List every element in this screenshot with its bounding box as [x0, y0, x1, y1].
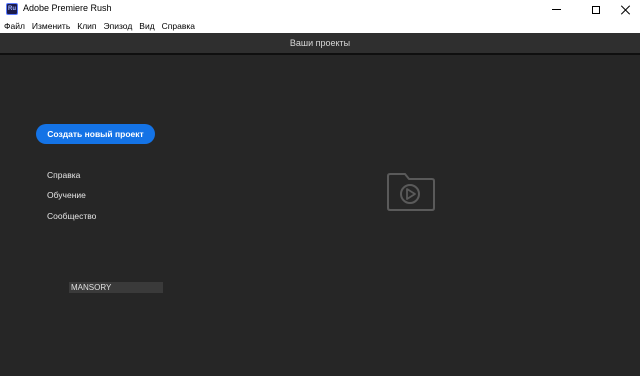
- project-name-item[interactable]: MANSORY: [69, 282, 163, 293]
- learn-link[interactable]: Обучение: [47, 190, 86, 200]
- menu-help[interactable]: Справка: [162, 19, 195, 33]
- community-link[interactable]: Сообщество: [47, 211, 96, 221]
- close-button[interactable]: [604, 0, 640, 19]
- folder-play-icon: [385, 170, 437, 212]
- create-new-project-button[interactable]: Создать новый проект: [36, 124, 155, 144]
- menu-file[interactable]: Файл: [4, 19, 25, 33]
- page-title: Ваши проекты: [289, 38, 351, 48]
- menu-edit[interactable]: Изменить: [32, 19, 70, 33]
- help-link[interactable]: Справка: [47, 170, 80, 180]
- menu-bar: Файл Изменить Клип Эпизод Вид Справка: [0, 19, 640, 33]
- projects-header: Ваши проекты: [0, 33, 640, 55]
- window-titlebar: Ru Adobe Premiere Rush: [0, 0, 640, 19]
- maximize-icon: [592, 5, 600, 14]
- menu-view[interactable]: Вид: [139, 19, 154, 33]
- minimize-button[interactable]: [534, 0, 578, 19]
- minimize-icon: [551, 9, 561, 10]
- app-content: Ваши проекты Создать новый проект Справк…: [0, 33, 640, 376]
- close-icon: [621, 5, 631, 15]
- window-title: Adobe Premiere Rush: [23, 3, 112, 13]
- menu-sequence[interactable]: Эпизод: [104, 19, 133, 33]
- premiere-rush-app-icon: Ru: [6, 3, 18, 15]
- menu-clip[interactable]: Клип: [77, 19, 96, 33]
